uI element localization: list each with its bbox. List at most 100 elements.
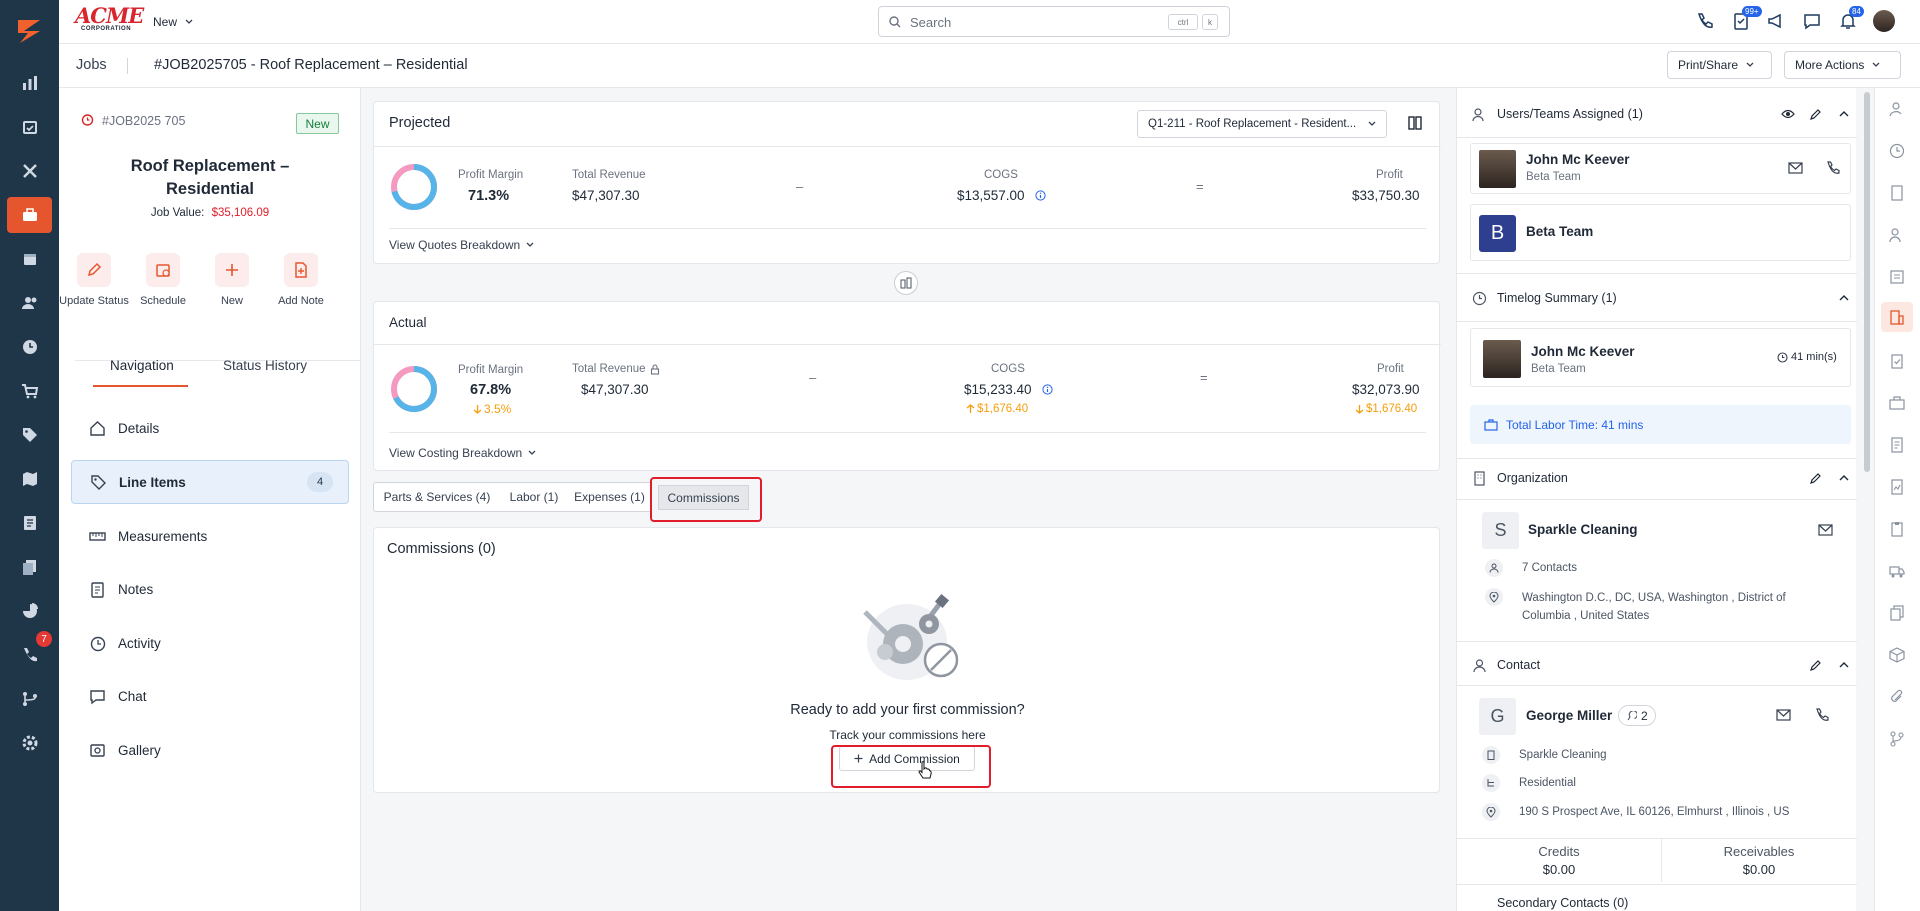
timelog-user-card[interactable]: John Mc Keever Beta Team 41 min(s) — [1470, 328, 1851, 387]
schedule-button[interactable]: Schedule — [128, 253, 198, 307]
app-logo-icon[interactable] — [14, 16, 44, 46]
chevron-up-icon[interactable] — [1839, 294, 1849, 301]
branch-icon[interactable] — [1889, 731, 1905, 747]
rail-dashboard-icon[interactable] — [0, 65, 59, 101]
rail-map-icon[interactable] — [0, 461, 59, 497]
paperclip-icon[interactable] — [1889, 689, 1905, 705]
rail-jobs-icon[interactable] — [7, 197, 52, 233]
clipboard-icon[interactable] — [1889, 521, 1905, 537]
sidebar-scrollbar[interactable] — [1864, 92, 1870, 472]
new-button[interactable]: New — [197, 253, 267, 307]
lock-icon — [650, 363, 659, 375]
nav-item-line-items[interactable]: Line Items 4 — [71, 460, 349, 504]
edit-icon[interactable] — [1809, 472, 1822, 485]
rail-calendar-icon[interactable] — [0, 241, 59, 277]
package-icon[interactable] — [1889, 647, 1905, 663]
top-bar: ACME CORPORATION New Search ctrl k 99+ 8… — [59, 0, 1920, 44]
card-icon[interactable] — [1889, 269, 1905, 285]
status-badge[interactable]: New — [296, 113, 339, 134]
view-costing-breakdown-link[interactable]: View Costing Breakdown — [389, 446, 536, 460]
briefcase-icon[interactable] — [1889, 395, 1905, 411]
rail-contacts-icon[interactable] — [0, 285, 59, 321]
rail-workflow-icon[interactable] — [0, 681, 59, 717]
contact-name[interactable]: George Miller — [1526, 708, 1612, 723]
tasks-icon[interactable]: 99+ — [1731, 6, 1762, 31]
print-share-button[interactable]: Print/Share — [1667, 51, 1772, 79]
add-note-button[interactable]: Add Note — [266, 253, 336, 307]
nav-item-notes[interactable]: Notes — [71, 567, 349, 611]
organization-header[interactable]: Organization — [1457, 458, 1857, 498]
new-dropdown[interactable]: New — [153, 15, 193, 29]
rail-reports-icon[interactable] — [0, 593, 59, 629]
nav-item-chat[interactable]: Chat — [71, 674, 349, 718]
nav-item-measurements[interactable]: Measurements — [71, 514, 349, 558]
mail-icon[interactable] — [1788, 162, 1803, 174]
rail-documents-icon[interactable] — [0, 549, 59, 585]
announcement-icon[interactable] — [1766, 11, 1786, 31]
clipboard-check-icon[interactable] — [1889, 353, 1905, 369]
rail-calls-icon[interactable]: 7 — [0, 631, 59, 673]
contact-linked-count[interactable]: 2 — [1618, 705, 1656, 726]
history-icon[interactable] — [1889, 143, 1905, 159]
phone-icon[interactable] — [1815, 708, 1829, 722]
quote-select[interactable]: Q1-211 - Roof Replacement - Resident... — [1137, 110, 1387, 138]
breadcrumb-jobs-link[interactable]: Jobs — [76, 57, 107, 73]
people-icon[interactable] — [1889, 227, 1905, 243]
person-settings-icon[interactable] — [1889, 101, 1905, 117]
eye-icon[interactable] — [1781, 108, 1795, 120]
rail-calls-badge: 7 — [36, 631, 52, 647]
secondary-contacts-header[interactable]: Secondary Contacts (0) — [1457, 886, 1857, 911]
building-icon[interactable] — [1889, 185, 1905, 201]
organization-name[interactable]: Sparkle Cleaning — [1528, 522, 1638, 537]
edit-icon[interactable] — [1809, 659, 1822, 672]
users-teams-header[interactable]: Users/Teams Assigned (1) — [1457, 94, 1857, 134]
edit-icon[interactable] — [1809, 108, 1822, 121]
chart-doc-icon[interactable] — [1889, 479, 1905, 495]
chat-icon[interactable] — [1802, 11, 1822, 31]
more-actions-button[interactable]: More Actions — [1784, 51, 1901, 79]
chevron-up-icon[interactable] — [1839, 474, 1849, 481]
compare-toggle-icon[interactable] — [894, 271, 918, 295]
document-icon[interactable] — [1889, 437, 1905, 453]
timelog-header[interactable]: Timelog Summary (1) — [1457, 278, 1857, 318]
search-input[interactable]: Search ctrl k — [878, 6, 1230, 37]
tab-expenses[interactable]: Expenses (1) — [568, 482, 652, 512]
mail-icon[interactable] — [1818, 524, 1833, 536]
rail-cart-icon[interactable] — [0, 373, 59, 409]
info-icon[interactable] — [1035, 190, 1046, 201]
bell-icon[interactable]: 84 — [1838, 6, 1864, 31]
rail-invoice-icon[interactable] — [0, 505, 59, 541]
rail-time-icon[interactable] — [0, 329, 59, 365]
copy-icon[interactable] — [1889, 605, 1905, 621]
tab-labor[interactable]: Labor (1) — [500, 482, 569, 512]
tab-status-history[interactable]: Status History — [223, 358, 307, 373]
briefcase-icon — [1484, 418, 1498, 431]
assigned-team-card[interactable]: B Beta Team — [1470, 204, 1851, 261]
assigned-user-card[interactable]: John Mc Keever Beta Team — [1470, 143, 1851, 194]
user-avatar[interactable] — [1873, 10, 1895, 32]
info-icon[interactable] — [1042, 384, 1053, 395]
rail-tools-icon[interactable] — [0, 153, 59, 189]
tab-navigation[interactable]: Navigation — [110, 358, 174, 373]
actual-profit-delta: $1,676.40 — [1355, 403, 1417, 415]
nav-item-activity[interactable]: Activity — [71, 621, 349, 665]
rail-settings-icon[interactable] — [0, 725, 59, 761]
compare-icon[interactable] — [1408, 116, 1422, 130]
phone-icon[interactable] — [1826, 161, 1840, 175]
update-status-button[interactable]: Update Status — [59, 253, 129, 307]
contact-header[interactable]: Contact — [1457, 645, 1857, 685]
brand-logo[interactable]: ACME CORPORATION — [75, 5, 144, 32]
truck-icon[interactable] — [1889, 563, 1905, 579]
view-quotes-breakdown-link[interactable]: View Quotes Breakdown — [389, 238, 534, 252]
office-active-icon[interactable] — [1881, 302, 1913, 332]
tab-parts-services[interactable]: Parts & Services (4) — [373, 482, 501, 512]
chevron-up-icon[interactable] — [1839, 661, 1849, 668]
nav-item-gallery[interactable]: Gallery — [71, 728, 349, 772]
phone-icon[interactable] — [1695, 11, 1715, 31]
nav-item-details[interactable]: Details — [71, 406, 349, 450]
rail-tags-icon[interactable] — [0, 417, 59, 453]
rail-sales-icon[interactable] — [0, 109, 59, 145]
mail-icon[interactable] — [1776, 709, 1791, 721]
organization-contacts-count[interactable]: 7 Contacts — [1522, 562, 1577, 574]
chevron-up-icon[interactable] — [1839, 110, 1849, 117]
